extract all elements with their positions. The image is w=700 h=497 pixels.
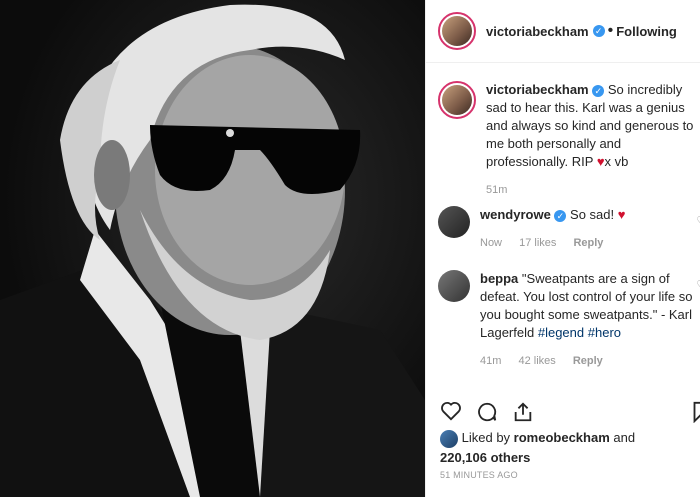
comments-section[interactable]: victoriabeckham ✓ So incredibly sad to h… — [426, 63, 700, 393]
likes-prefix: Liked by — [461, 430, 511, 445]
caption: victoriabeckham ✓ So incredibly sad to h… — [438, 81, 700, 199]
verified-icon: ✓ — [592, 25, 605, 37]
commenter-avatar[interactable] — [438, 206, 470, 238]
commenter-avatar[interactable] — [438, 270, 470, 302]
verified-icon: ✓ — [554, 209, 567, 222]
liker-avatar[interactable] — [440, 429, 458, 448]
header-username[interactable]: victoriabeckham — [486, 24, 589, 39]
comment-username[interactable]: beppa — [480, 271, 518, 286]
author-avatar[interactable] — [438, 12, 476, 50]
caption-username[interactable]: victoriabeckham — [486, 82, 589, 97]
reply-button[interactable]: Reply — [573, 355, 603, 367]
hashtag-link[interactable]: #legend — [538, 325, 584, 340]
comment-likes[interactable]: 17 likes — [519, 237, 556, 249]
share-icon[interactable] — [512, 401, 534, 423]
post-header: victoriabeckham ✓ • Following — [426, 0, 700, 63]
bookmark-icon[interactable] — [692, 401, 700, 423]
portrait-image — [0, 4, 425, 497]
separator-dot: • — [607, 22, 614, 39]
post-panel: victoriabeckham ✓ • Following victoriabe… — [425, 0, 700, 497]
likes-and: and — [613, 430, 636, 445]
caption-avatar[interactable] — [438, 81, 476, 119]
comment-heart-icon[interactable]: ♡ — [696, 278, 700, 292]
post-timestamp: 51 MINUTES AGO — [440, 470, 518, 480]
liker-username[interactable]: romeobeckham — [514, 430, 610, 445]
post-photo[interactable] — [0, 0, 425, 497]
red-heart-emoji-icon: ♥ — [617, 207, 626, 222]
comment-text: So sad! — [570, 207, 615, 222]
red-heart-emoji-icon: ♥ — [596, 154, 605, 169]
comment-time: 41m — [480, 355, 502, 367]
caption-signoff: x vb — [604, 154, 629, 169]
likes-count[interactable]: 220,106 others — [440, 450, 530, 465]
comment-likes[interactable]: 42 likes — [518, 355, 555, 367]
reply-button[interactable]: Reply — [573, 237, 603, 249]
action-bar — [426, 393, 700, 427]
caption-time: 51m — [486, 184, 508, 196]
following-button[interactable]: Following — [616, 24, 677, 39]
comment-heart-icon[interactable]: ♡ — [696, 214, 700, 228]
comment-icon[interactable] — [476, 401, 498, 423]
verified-icon: ✓ — [592, 84, 605, 97]
likes-summary: Liked by romeobeckham and 220,106 others — [440, 428, 635, 467]
hashtag-link[interactable]: #hero — [588, 325, 621, 340]
comment-item: beppa "Sweatpants are a sign of defeat. … — [438, 270, 700, 370]
comment-item: wendyrowe ✓ So sad! ♥ Now 17 likes Reply… — [438, 206, 700, 252]
heart-icon[interactable] — [440, 401, 462, 421]
comment-time: Now — [480, 237, 503, 249]
comment-username[interactable]: wendyrowe — [480, 207, 551, 222]
